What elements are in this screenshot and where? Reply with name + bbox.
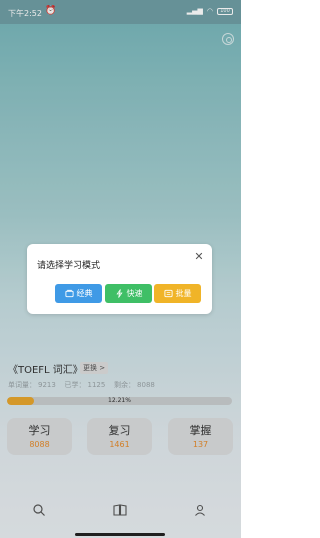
- batch-icon: [163, 289, 173, 298]
- lightning-icon: [115, 289, 123, 298]
- classic-mode-button[interactable]: 经典: [55, 284, 102, 303]
- study-mode-dialog: 请选择学习模式 ✕ 经典 快速 批量: [27, 244, 212, 314]
- batch-mode-button[interactable]: 批量: [154, 284, 201, 303]
- batch-label: 批量: [175, 289, 192, 298]
- fast-label: 快速: [126, 289, 143, 298]
- fast-mode-button[interactable]: 快速: [105, 284, 152, 303]
- dialog-title: 请选择学习模式: [37, 261, 101, 271]
- classic-label: 经典: [76, 289, 93, 298]
- close-icon[interactable]: ✕: [194, 251, 204, 262]
- book-icon: [64, 289, 74, 298]
